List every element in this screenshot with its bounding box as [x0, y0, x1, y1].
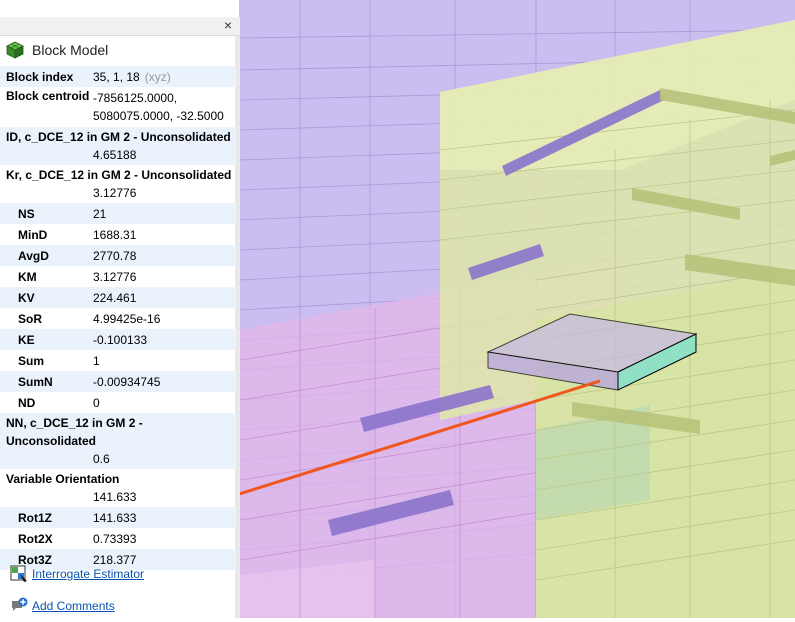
row-block-index: Block index 35, 1, 18 (xyz) [0, 66, 236, 87]
block-index-value: 35, 1, 18 [93, 69, 140, 84]
stat-label: KV [18, 290, 35, 305]
kr-attribute-label: Kr, c_DCE_12 in GM 2 - Unconsolidated [6, 168, 232, 182]
block-centroid-label: Block centroid [6, 89, 90, 103]
row-stat-nd: ND 0 [0, 392, 236, 413]
property-list: Block index 35, 1, 18 (xyz) Block centroi… [0, 66, 236, 570]
block-model-scene [240, 0, 795, 618]
id-attribute-value: 4.65188 [93, 148, 137, 162]
row-id-attribute: ID, c_DCE_12 in GM 2 - Unconsolidated 4.… [0, 127, 236, 165]
interrogate-estimator-icon [10, 565, 27, 582]
stat-value: 1 [93, 353, 100, 368]
stat-value: 224.461 [93, 290, 137, 305]
stat-label: KM [18, 269, 37, 284]
variable-orientation-value: 141.633 [93, 490, 137, 504]
stat-value: 0 [93, 395, 100, 410]
interrogate-estimator-link[interactable]: Interrogate Estimator [0, 558, 236, 590]
block-index-label: Block index [6, 69, 74, 84]
stat-label: KE [18, 332, 35, 347]
stat-value: -0.00934745 [93, 374, 161, 389]
row-rot1z: Rot1Z 141.633 [0, 507, 236, 528]
nn-attribute-value: 0.6 [93, 452, 110, 466]
row-stat-sumn: SumN -0.00934745 [0, 371, 236, 392]
rotation-value: 141.633 [93, 510, 137, 525]
panel-titlebar: × [0, 17, 240, 36]
row-stat-ns: NS 21 [0, 203, 236, 224]
interrogate-estimator-label: Interrogate Estimator [32, 567, 145, 581]
block-centroid-value-line1: -7856125.0000, [93, 91, 178, 105]
stat-value: 21 [93, 206, 107, 221]
row-block-centroid: Block centroid -7856125.0000, 5080075.00… [0, 87, 236, 127]
kr-attribute-value: 3.12776 [93, 186, 137, 200]
stat-label: Sum [18, 353, 45, 368]
row-rot2x: Rot2X 0.73393 [0, 528, 236, 549]
stat-label: SoR [18, 311, 42, 326]
block-info-panel: × Block Model Block index 35, 1, 18 (xyz)… [0, 0, 240, 618]
stat-value: 2770.78 [93, 248, 137, 263]
row-nn-attribute: NN, c_DCE_12 in GM 2 - Unconsolidated 0.… [0, 413, 236, 469]
rotation-label: Rot1Z [18, 510, 52, 525]
add-comments-label: Add Comments [32, 599, 115, 613]
row-stat-kv: KV 224.461 [0, 287, 236, 308]
stat-value: 3.12776 [93, 269, 137, 284]
nn-attribute-label: NN, c_DCE_12 in GM 2 - Unconsolidated [6, 416, 143, 448]
row-variable-orientation: Variable Orientation 141.633 [0, 469, 236, 507]
row-stat-sor: SoR 4.99425e-16 [0, 308, 236, 329]
block-centroid-value-line2: 5080075.0000, -32.5000 [93, 109, 224, 123]
panel-title: Block Model [32, 42, 109, 58]
rotation-label: Rot2X [18, 531, 53, 546]
stat-value: -0.100133 [93, 332, 148, 347]
close-button[interactable]: × [220, 17, 236, 34]
3d-viewport[interactable] [240, 0, 795, 618]
row-stat-mind: MinD 1688.31 [0, 224, 236, 245]
row-stat-ke: KE -0.100133 [0, 329, 236, 350]
add-comment-icon [12, 597, 28, 611]
stat-value: 1688.31 [93, 227, 137, 242]
panel-links: Interrogate Estimator Add Comments [0, 558, 236, 622]
stat-label: NS [18, 206, 35, 221]
rotation-value: 0.73393 [93, 531, 137, 546]
stat-label: ND [18, 395, 36, 410]
panel-header: Block Model [6, 37, 234, 63]
row-stat-sum: Sum 1 [0, 350, 236, 371]
add-comments-link[interactable]: Add Comments [0, 590, 236, 622]
stat-value: 4.99425e-16 [93, 311, 161, 326]
stat-label: MinD [18, 227, 48, 242]
id-attribute-label: ID, c_DCE_12 in GM 2 - Unconsolidated [6, 130, 231, 144]
row-stat-avgd: AvgD 2770.78 [0, 245, 236, 266]
row-kr-attribute: Kr, c_DCE_12 in GM 2 - Unconsolidated 3.… [0, 165, 236, 203]
row-stat-km: KM 3.12776 [0, 266, 236, 287]
block-index-suffix: (xyz) [144, 69, 171, 84]
variable-orientation-label: Variable Orientation [6, 472, 120, 486]
stat-label: AvgD [18, 248, 49, 263]
block-model-cube-icon [6, 41, 24, 59]
stat-label: SumN [18, 374, 53, 389]
